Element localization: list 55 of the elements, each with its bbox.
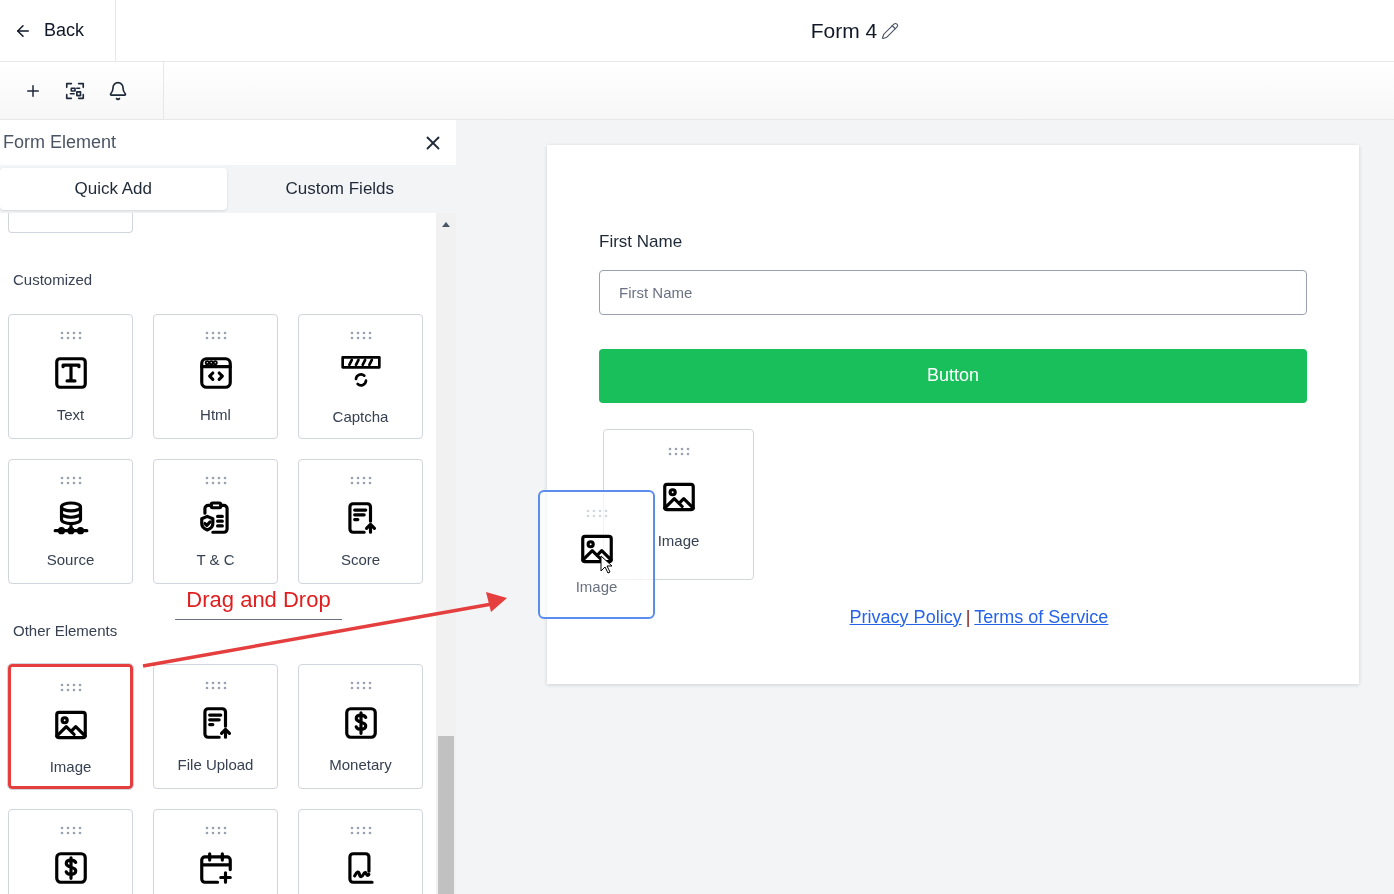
cursor-icon bbox=[600, 555, 612, 575]
link-separator: | bbox=[965, 605, 971, 629]
tile-label: T & C bbox=[196, 549, 235, 570]
back-button[interactable]: Back bbox=[0, 0, 116, 61]
tile-label: Html bbox=[200, 404, 231, 425]
element-tile[interactable]: Image bbox=[8, 664, 133, 789]
drag-handle-icon bbox=[349, 330, 372, 340]
field-label: First Name bbox=[599, 231, 684, 253]
tile-label: Source bbox=[46, 549, 95, 570]
tile-label: Image bbox=[575, 577, 618, 597]
drag-handle-icon bbox=[59, 826, 82, 835]
form-title: Form 4 bbox=[810, 17, 878, 44]
notification-icon[interactable] bbox=[108, 80, 128, 101]
drag-handle-icon bbox=[204, 475, 227, 485]
drag-handle-icon bbox=[59, 330, 82, 340]
tile-label: Image bbox=[657, 530, 700, 551]
scroll-up-icon[interactable] bbox=[442, 222, 450, 227]
drag-handle-icon bbox=[204, 681, 227, 690]
tab[interactable]: Custom Fields bbox=[226, 168, 453, 210]
scrollbar-thumb[interactable] bbox=[438, 736, 454, 894]
tile-label: Score bbox=[340, 549, 381, 570]
element-tile[interactable]: Html bbox=[153, 313, 278, 439]
database-icon bbox=[51, 498, 90, 537]
drag-handle-icon bbox=[204, 330, 227, 340]
drag-handle-icon bbox=[204, 826, 227, 835]
drag-handle-icon bbox=[59, 683, 82, 692]
drag-handle-icon bbox=[59, 475, 82, 485]
element-tile[interactable]: Captcha bbox=[298, 313, 423, 439]
element-tile[interactable]: Monetary bbox=[298, 664, 423, 789]
edit-icon[interactable] bbox=[881, 21, 900, 40]
drag-handle-icon bbox=[349, 475, 372, 485]
tile-label: Text bbox=[56, 404, 85, 425]
tile-label: Image bbox=[49, 757, 92, 777]
section-title: Other Elements bbox=[12, 620, 119, 641]
tile-label: Captcha bbox=[332, 406, 389, 427]
dragged-element-tile[interactable]: Image bbox=[538, 490, 655, 619]
element-tile[interactable]: Score bbox=[298, 458, 423, 584]
first-name-input[interactable]: First Name bbox=[599, 269, 1307, 315]
drag-handle-icon bbox=[585, 509, 608, 518]
section-title: Customized bbox=[12, 270, 94, 290]
terms-link[interactable]: Terms of Service bbox=[974, 603, 1109, 631]
tile-label: File Upload bbox=[177, 755, 254, 775]
tab[interactable]: Quick Add bbox=[0, 168, 227, 210]
tile-label: Monetary bbox=[329, 755, 392, 775]
drag-handle-icon bbox=[667, 446, 690, 456]
scrollbar[interactable] bbox=[436, 213, 456, 894]
element-tile[interactable]: File Upload bbox=[153, 664, 278, 789]
drag-handle-icon bbox=[349, 826, 372, 835]
drag-handle-icon bbox=[349, 681, 372, 690]
element-tile[interactable]: Text bbox=[8, 313, 133, 439]
element-tile[interactable]: Source bbox=[8, 458, 133, 584]
element-tile[interactable]: T & C bbox=[153, 458, 278, 584]
panel-title: Form Element bbox=[3, 131, 117, 154]
privacy-policy-link[interactable]: Privacy Policy bbox=[849, 603, 962, 631]
element-tile[interactable] bbox=[8, 213, 133, 233]
